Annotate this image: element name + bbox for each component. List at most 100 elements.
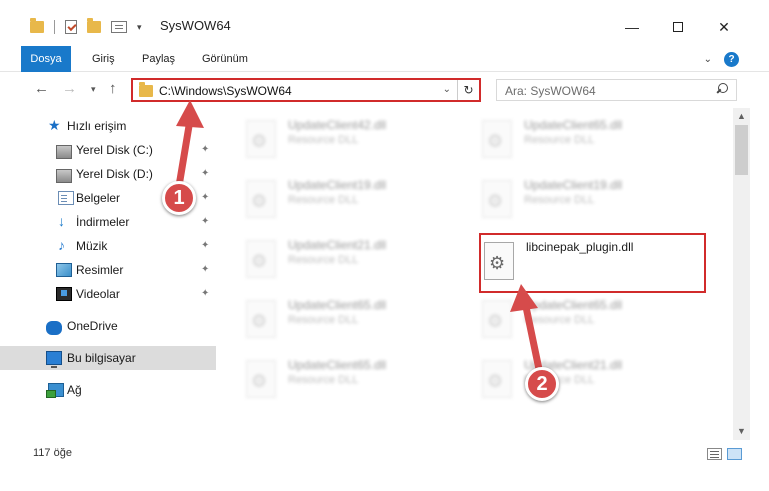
sidebar-item-label: OneDrive	[67, 319, 118, 333]
sidebar-item-label: Müzik	[76, 239, 108, 253]
sidebar-item-label: Hızlı erişim	[67, 119, 127, 133]
sidebar-item-label: Yerel Disk (C:)	[76, 143, 153, 157]
footer-strip	[0, 467, 769, 491]
title-bar: ▾ SysWOW64 — ✕	[0, 0, 769, 46]
file-item[interactable]: UpdateClient21.dll Resource DLL	[246, 234, 446, 286]
dll-file-icon	[482, 180, 512, 218]
sidebar-item-music[interactable]: ♪ Müzik ✦	[0, 234, 216, 258]
file-item[interactable]: UpdateClient21.dll Resource DLL	[482, 354, 682, 406]
file-name: UpdateClient21.dll	[288, 238, 387, 252]
sidebar-item-quick-access[interactable]: ★ Hızlı erişim	[0, 114, 216, 138]
properties-check-icon[interactable]	[65, 20, 77, 34]
star-icon: ★	[48, 117, 61, 133]
file-item[interactable]: UpdateClient65.dll Resource DLL	[246, 294, 446, 346]
quick-access-toolbar: ▾	[30, 18, 142, 34]
help-icon[interactable]: ?	[724, 52, 739, 67]
customize-toolbar-chevron-icon[interactable]: ▾	[137, 22, 142, 33]
back-button[interactable]: ←	[34, 80, 49, 97]
file-name: UpdateClient65.dll	[524, 118, 623, 132]
dll-file-icon	[482, 360, 512, 398]
file-name: UpdateClient65.dll	[524, 298, 623, 312]
documents-icon	[58, 191, 74, 205]
pin-icon[interactable]: ✦	[201, 240, 209, 251]
file-item[interactable]: UpdateClient42.dll Resource DLL	[246, 114, 446, 166]
file-type: Resource DLL	[524, 134, 595, 146]
tab-view[interactable]: Görünüm	[190, 46, 260, 72]
address-dropdown-chevron-icon[interactable]: ⌄	[443, 84, 451, 95]
recent-locations-chevron-icon[interactable]: ▾	[91, 84, 96, 95]
file-item[interactable]: UpdateClient19.dll Resource DLL	[482, 174, 682, 226]
expand-ribbon-chevron-icon[interactable]: ⌄	[704, 54, 712, 65]
pin-icon[interactable]: ✦	[201, 264, 209, 275]
drive-icon	[56, 169, 72, 183]
scrollbar-thumb[interactable]	[735, 125, 748, 175]
sidebar-item-label: Bu bilgisayar	[67, 351, 136, 365]
file-type: Resource DLL	[288, 134, 359, 146]
file-item[interactable]: UpdateClient65.dll Resource DLL	[482, 114, 682, 166]
music-icon: ♪	[58, 237, 65, 253]
item-count: 117 öğe	[33, 447, 72, 459]
minimize-button[interactable]: —	[609, 12, 655, 42]
dll-file-icon	[246, 240, 276, 278]
address-path[interactable]: C:\Windows\SysWOW64	[159, 84, 292, 98]
ribbon-tabs: Dosya Giriş Paylaş Görünüm ⌄ ?	[0, 46, 769, 98]
details-view-icon[interactable]	[707, 448, 722, 460]
file-name: UpdateClient19.dll	[288, 178, 387, 192]
pin-icon[interactable]: ✦	[201, 288, 209, 299]
pin-icon[interactable]: ✦	[201, 168, 209, 179]
sidebar-item-onedrive[interactable]: OneDrive	[0, 314, 216, 338]
file-item[interactable]: UpdateClient65.dll Resource DLL	[246, 354, 446, 406]
pin-icon[interactable]: ✦	[201, 144, 209, 155]
pin-icon[interactable]: ✦	[201, 216, 209, 227]
maximize-icon	[673, 22, 683, 32]
sidebar-item-videos[interactable]: Videolar ✦	[0, 282, 216, 306]
vertical-scrollbar[interactable]: ▲ ▼	[733, 108, 750, 440]
sidebar-item-this-pc[interactable]: Bu bilgisayar	[0, 346, 216, 370]
sidebar-item-label: Yerel Disk (D:)	[76, 167, 153, 181]
status-bar: 117 öğe	[0, 440, 769, 467]
properties-icon[interactable]	[111, 21, 127, 33]
sidebar-item-local-disk-c[interactable]: Yerel Disk (C:) ✦	[0, 138, 216, 162]
sidebar-item-label: İndirmeler	[76, 215, 130, 229]
computer-icon	[46, 351, 62, 368]
sidebar-item-network[interactable]: Ağ	[0, 378, 216, 402]
scroll-up-arrow-icon[interactable]: ▲	[733, 108, 750, 125]
dll-file-icon	[482, 120, 512, 158]
scroll-down-arrow-icon[interactable]: ▼	[733, 423, 750, 440]
sidebar-item-label: Belgeler	[76, 191, 121, 205]
file-item[interactable]: UpdateClient65.dll Resource DLL	[482, 294, 682, 346]
pictures-icon	[56, 263, 72, 277]
maximize-button[interactable]	[655, 12, 701, 42]
pin-icon[interactable]: ✦	[201, 192, 209, 203]
file-type: Resource DLL	[288, 374, 359, 386]
dll-file-icon	[246, 180, 276, 218]
file-item[interactable]: UpdateClient19.dll Resource DLL	[246, 174, 446, 226]
close-button[interactable]: ✕	[701, 12, 747, 42]
network-icon	[46, 383, 64, 398]
search-placeholder[interactable]: Ara: SysWOW64	[505, 84, 596, 98]
drive-icon	[56, 145, 72, 159]
forward-button[interactable]: →	[62, 80, 77, 97]
navigation-pane: ★ Hızlı erişim Yerel Disk (C:) ✦ Yerel D…	[0, 108, 216, 440]
search-icon[interactable]	[717, 83, 728, 94]
sidebar-item-pictures[interactable]: Resimler ✦	[0, 258, 216, 282]
address-bar[interactable]: C:\Windows\SysWOW64 ⌄ ↻	[131, 78, 481, 102]
file-type: Resource DLL	[288, 314, 359, 326]
target-file-highlight	[479, 233, 706, 293]
videos-icon	[56, 287, 72, 301]
up-button[interactable]: ↑	[109, 80, 117, 97]
refresh-button[interactable]: ↻	[457, 80, 479, 100]
tab-home[interactable]: Giriş	[80, 46, 127, 72]
step-1-badge: 1	[162, 181, 196, 215]
file-name: UpdateClient65.dll	[288, 298, 387, 312]
new-folder-icon[interactable]	[87, 18, 101, 33]
search-box[interactable]: Ara: SysWOW64	[496, 79, 737, 101]
file-type: Resource DLL	[524, 194, 595, 206]
sidebar-item-label: Resimler	[76, 263, 124, 277]
file-type: Resource DLL	[288, 194, 359, 206]
dll-file-icon	[482, 300, 512, 338]
onedrive-icon	[46, 321, 62, 335]
large-icons-view-icon[interactable]	[727, 448, 742, 460]
folder-icon[interactable]	[30, 18, 44, 33]
tab-share[interactable]: Paylaş	[130, 46, 187, 72]
